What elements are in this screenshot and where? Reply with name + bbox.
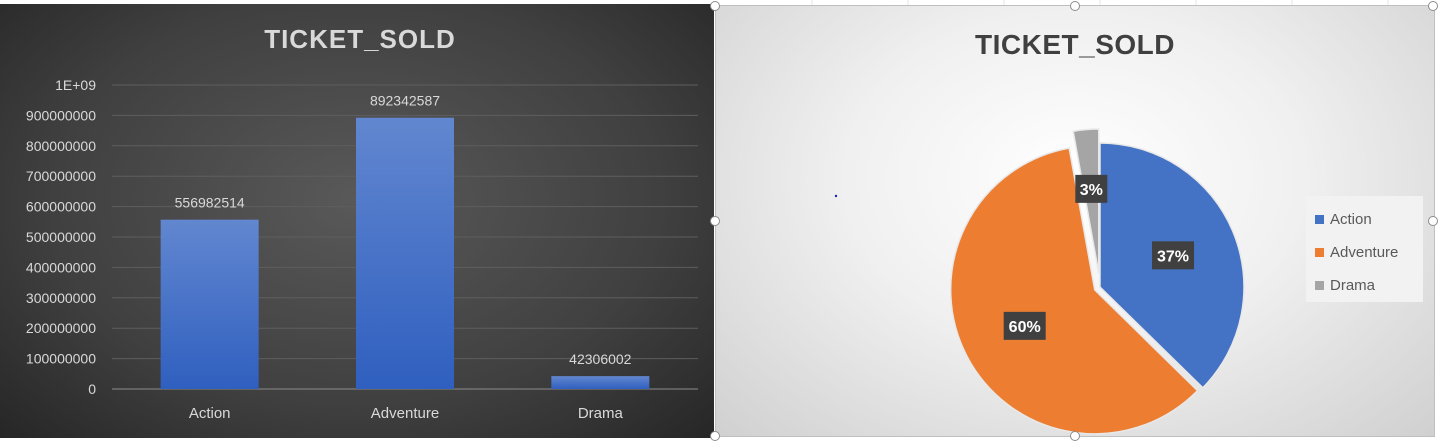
pie-chart: TICKET_SOLD 37% 60% 3% Action Adventure Dram… [834,29,1423,435]
y-tick-label: 300000000 [26,290,96,306]
bar-action[interactable] [160,219,259,389]
y-tick-label: 100000000 [26,351,96,367]
y-tick-label: 600000000 [26,199,96,215]
resize-handle-top-left[interactable] [710,1,720,11]
legend-item-label: Drama [1330,277,1376,294]
pie-data-label: 3% [1080,182,1103,199]
y-tick-label: 0 [88,381,96,397]
x-tick-label: Drama [578,405,624,422]
legend-swatch [1315,215,1324,224]
bar-adventure[interactable] [356,117,454,390]
bar-data-label: 892342587 [370,93,440,109]
x-tick-label: Adventure [371,405,439,422]
bar-drama[interactable] [551,376,650,389]
x-tick-label: Action [189,405,231,422]
y-tick-label: 1E+09 [55,77,96,93]
bar-chart-area[interactable]: TICKET_SOLD 0 100000000 200000000 300000000… [0,4,714,438]
bar-data-label: 42306002 [569,351,632,367]
legend-swatch [1315,281,1324,290]
y-tick-label: 800000000 [26,138,96,154]
stray-dot [834,194,838,198]
resize-handle-top-right[interactable] [1428,1,1438,11]
pie-legend: Action Adventure Drama [1306,196,1423,302]
legend-item-label: Action [1330,211,1372,228]
pie-data-label: 37% [1157,248,1189,265]
legend-item-label: Adventure [1330,244,1398,261]
y-tick-label: 500000000 [26,229,96,245]
y-tick-label: 900000000 [26,107,96,123]
y-tick-label: 400000000 [26,259,96,275]
pie-chart-title: TICKET_SOLD [975,29,1175,60]
pie-data-label: 60% [1009,319,1041,336]
legend-swatch [1315,248,1324,257]
pie-chart-area[interactable]: TICKET_SOLD 37% 60% 3% Action Adventure Dram… [715,5,1435,437]
resize-handle-top-middle[interactable] [1070,1,1080,11]
y-tick-label: 200000000 [26,320,96,336]
resize-handle-middle-left[interactable] [710,216,720,226]
y-tick-label: 700000000 [26,168,96,184]
bar-data-label: 556982514 [175,195,245,211]
resize-handle-middle-right[interactable] [1428,216,1438,226]
bar-chart: TICKET_SOLD 0 100000000 200000000 300000000… [26,24,698,422]
bar-chart-title: TICKET_SOLD [264,24,456,54]
